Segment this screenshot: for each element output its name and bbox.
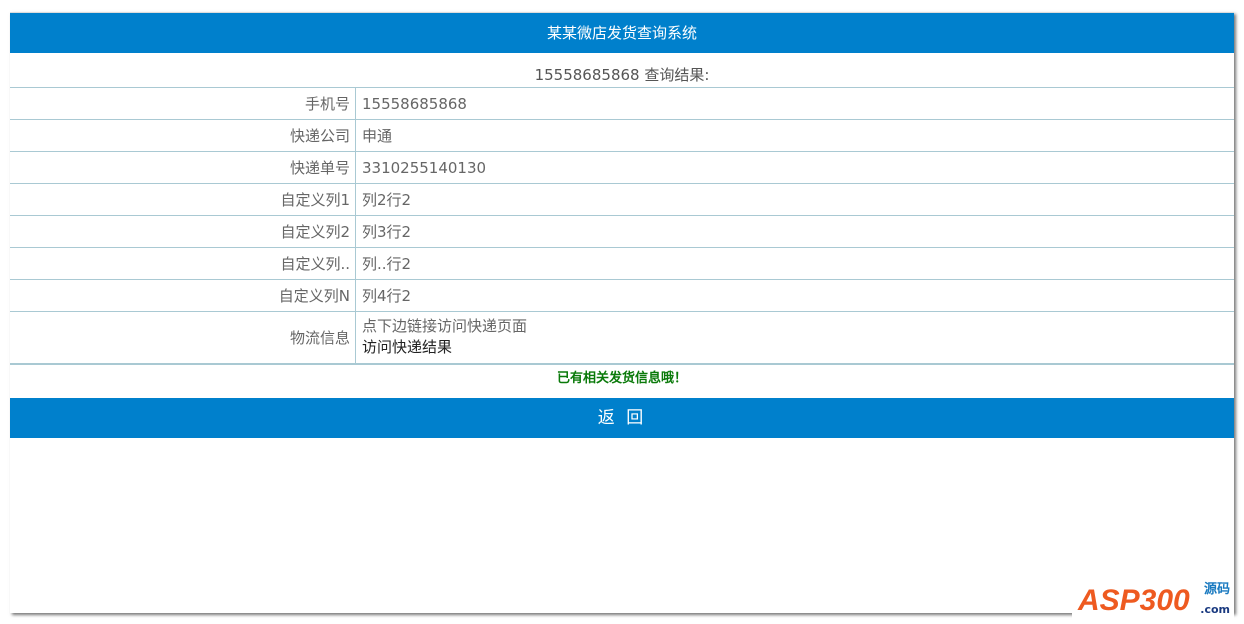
row-value: 列2行2	[355, 183, 1234, 216]
row-label: 手机号	[10, 88, 356, 120]
row-label: 自定义列2	[10, 215, 356, 248]
table-row: 自定义列1 列2行2	[10, 183, 1234, 216]
row-label: 自定义列1	[10, 183, 356, 216]
table-row: 手机号 15558685868	[10, 88, 1234, 120]
row-value: 15558685868	[355, 88, 1234, 120]
row-value: 3310255140130	[355, 151, 1234, 184]
watermark-brand: ASP300	[1078, 584, 1190, 617]
result-title: 15558685868 查询结果:	[10, 53, 1234, 88]
logistics-hint: 点下边链接访问快递页面	[362, 317, 528, 336]
watermark-logo: ASP300 源码 .com	[1072, 566, 1234, 620]
table-row: 自定义列N 列4行2	[10, 279, 1234, 312]
row-label: 自定义列..	[10, 247, 356, 280]
row-value: 列3行2	[355, 215, 1234, 248]
watermark-domain: .com	[1200, 603, 1230, 616]
query-result-panel: 某某微店发货查询系统 15558685868 查询结果: 手机号 15558685…	[10, 12, 1234, 613]
watermark-cn: 源码	[1203, 582, 1230, 597]
logistics-label: 物流信息	[10, 311, 356, 365]
table-row: 快递公司 申通	[10, 119, 1234, 152]
row-value: 列4行2	[355, 279, 1234, 312]
back-button[interactable]: 返 回	[10, 397, 1234, 438]
table-row: 自定义列2 列3行2	[10, 215, 1234, 248]
logistics-link[interactable]: 访问快递结果	[362, 338, 452, 356]
table-row: 自定义列.. 列..行2	[10, 247, 1234, 280]
page-title: 某某微店发货查询系统	[10, 13, 1234, 53]
row-value: 列..行2	[355, 247, 1234, 280]
result-table: 手机号 15558685868 快递公司 申通 快递单号 3310255140130 …	[10, 88, 1234, 365]
status-message: 已有相关发货信息哦！	[556, 370, 687, 386]
row-label: 自定义列N	[10, 279, 356, 312]
logistics-row: 物流信息 点下边链接访问快递页面 访问快递结果	[10, 311, 1234, 365]
row-value: 申通	[355, 119, 1234, 152]
table-row: 快递单号 3310255140130	[10, 151, 1234, 184]
row-label: 快递单号	[10, 151, 356, 184]
row-label: 快递公司	[10, 119, 356, 152]
